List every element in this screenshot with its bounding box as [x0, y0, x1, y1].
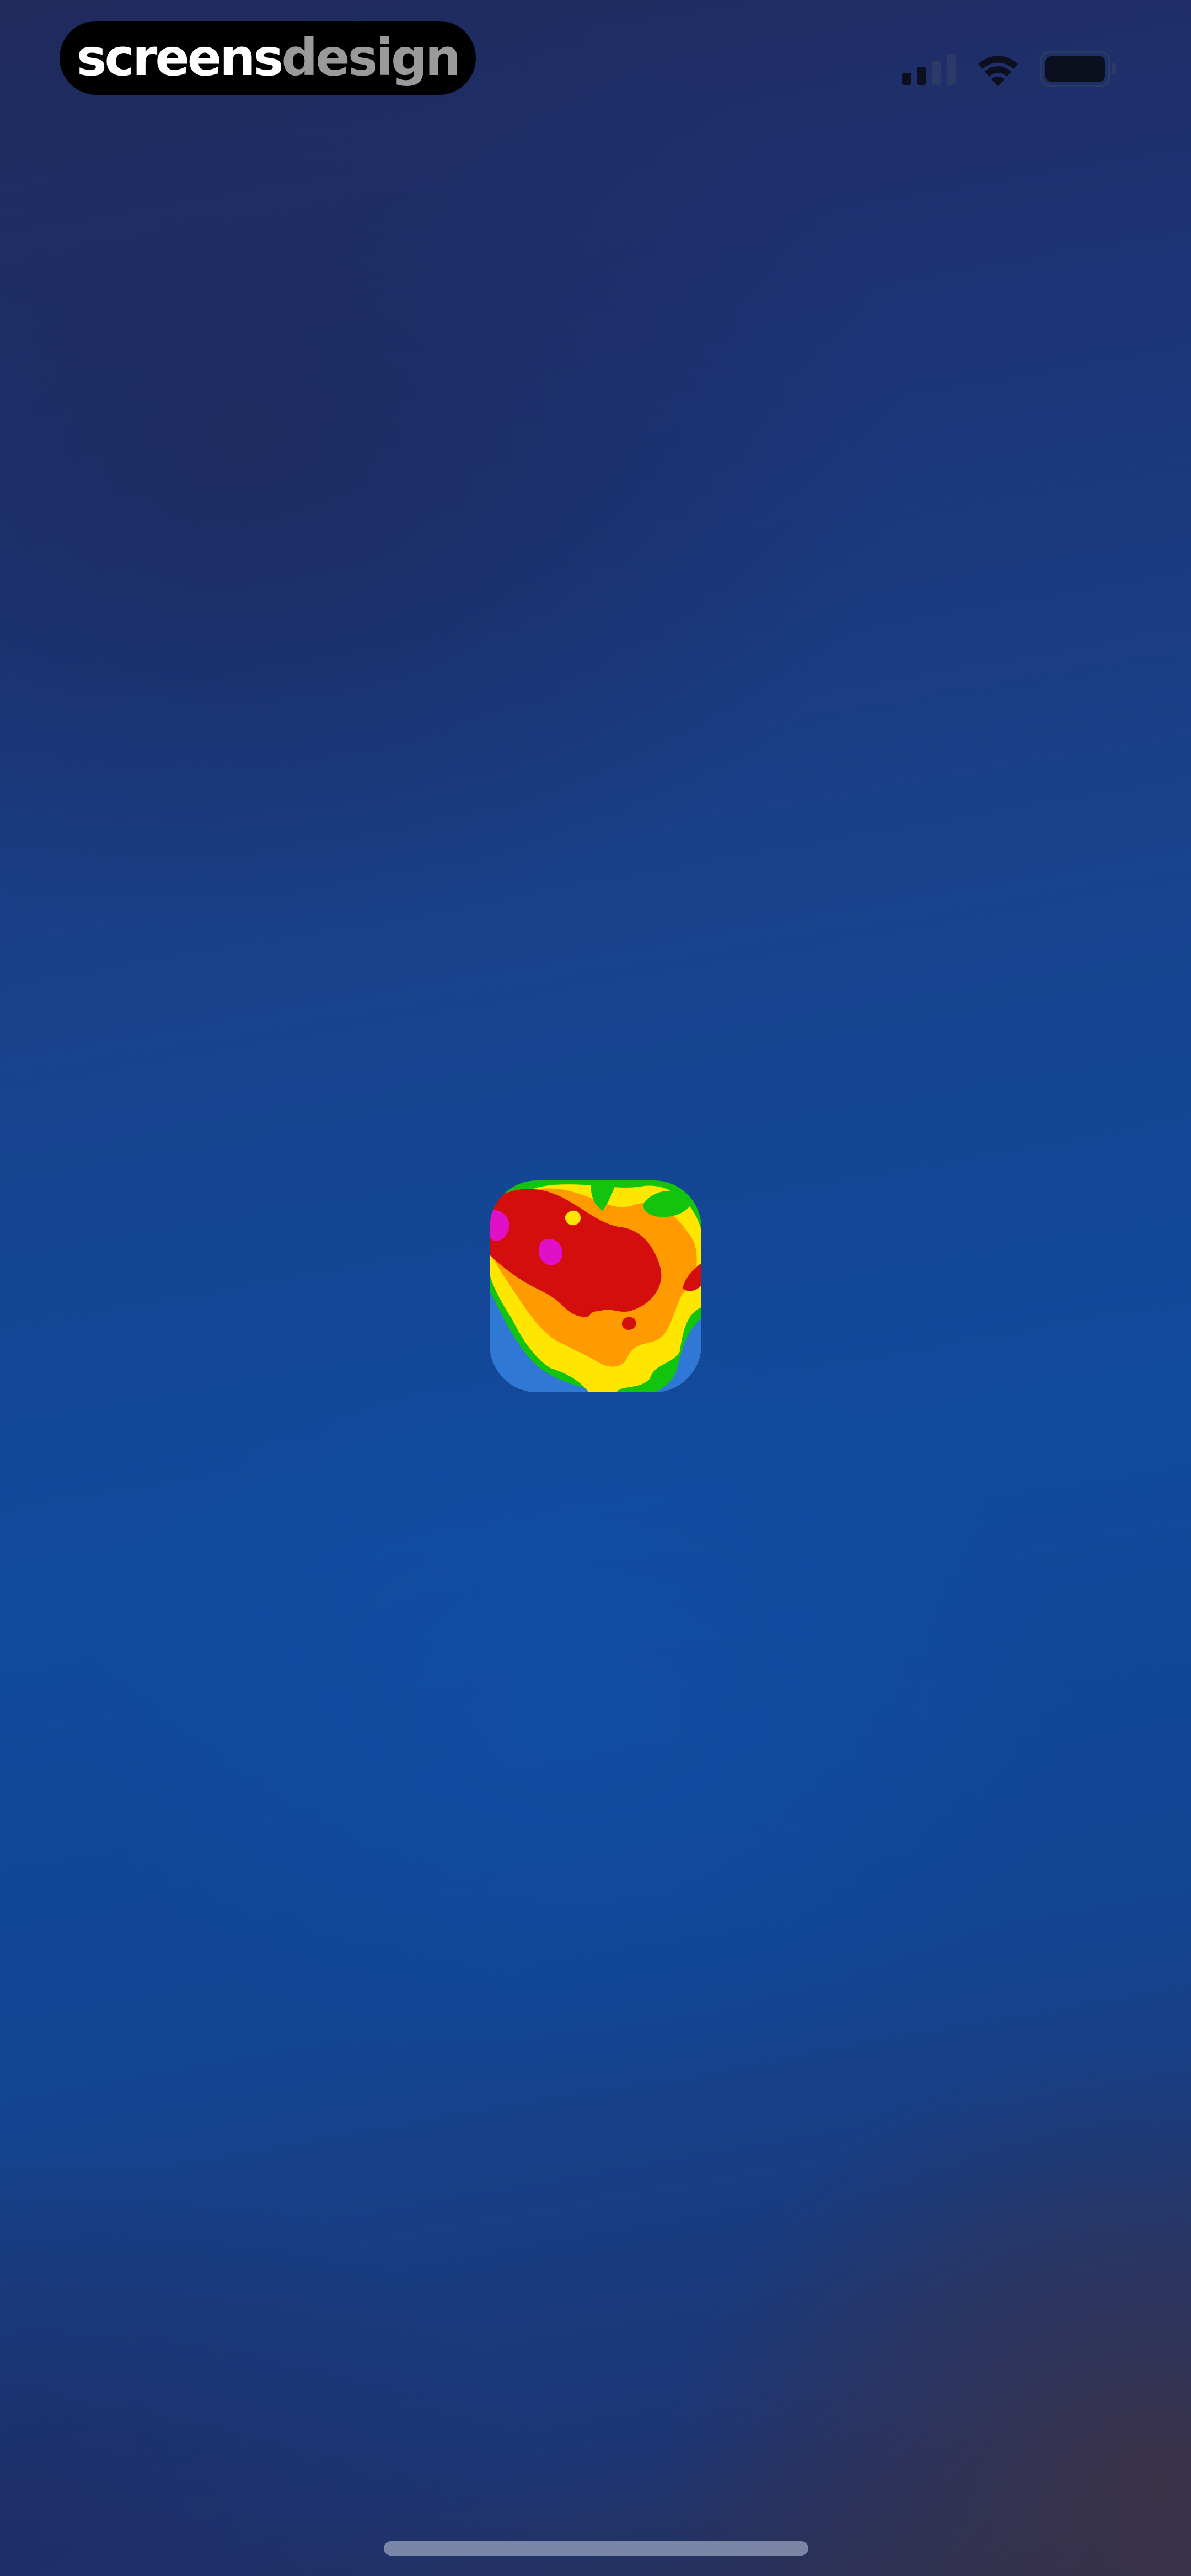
brand-logo: screens design: [60, 21, 476, 95]
battery-icon: [1040, 51, 1116, 87]
wifi-icon: [978, 56, 1018, 86]
status-bar: screens design: [0, 0, 1191, 138]
weather-radar-app-icon: [490, 1180, 701, 1392]
home-indicator[interactable]: [384, 2541, 808, 2556]
brand-logo-part-b: design: [281, 28, 461, 87]
cellular-signal-icon: [902, 54, 956, 85]
brand-logo-part-a: screens: [76, 28, 284, 87]
